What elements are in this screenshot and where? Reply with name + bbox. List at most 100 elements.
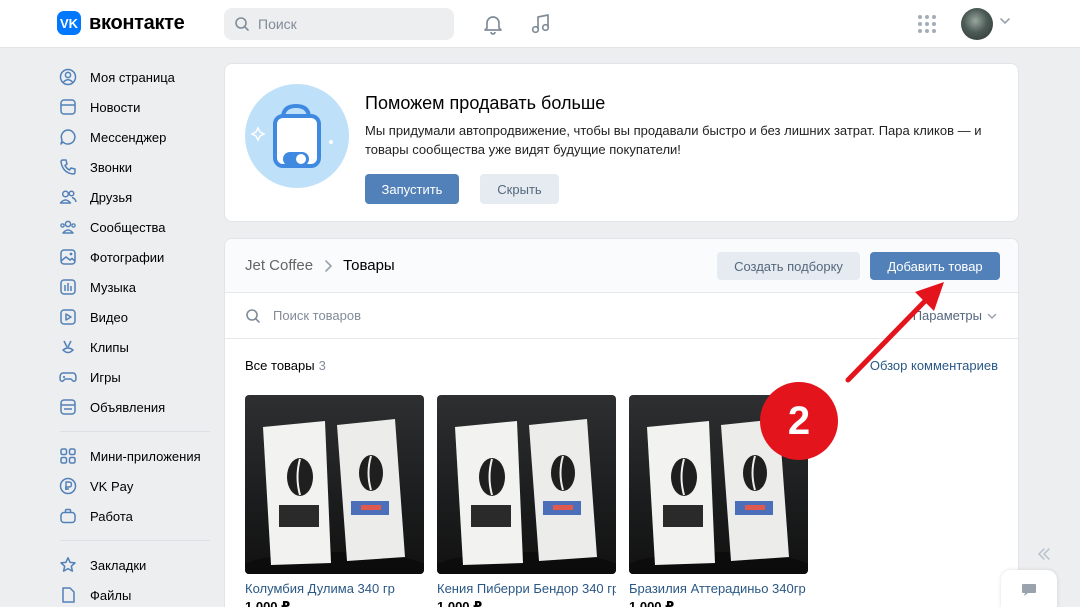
apps-grid-icon[interactable] (913, 10, 941, 38)
sidebar-group-services: Мини-приложения VK Pay Работа (58, 441, 218, 531)
params-label: Параметры (912, 308, 982, 323)
briefcase-icon (58, 506, 78, 526)
sidebar-item-news[interactable]: Новости (58, 92, 218, 122)
sidebar-item-label: Звонки (90, 159, 132, 175)
sidebar-item-my-page[interactable]: Моя страница (58, 62, 218, 92)
chat-bubble-icon (1022, 584, 1036, 596)
sidebar-item-vk-pay[interactable]: VK Pay (58, 471, 218, 501)
goods-card: Jet Coffee Товары Создать подборку Добав… (224, 238, 1019, 607)
communities-icon (58, 217, 78, 237)
sidebar-item-label: Новости (90, 99, 141, 115)
sidebar-item-messenger[interactable]: Мессенджер (58, 122, 218, 152)
chevron-down-icon (987, 313, 997, 319)
product-price: 1 000 ₽ (437, 599, 483, 607)
product-image[interactable] (437, 395, 616, 574)
params-dropdown[interactable]: Параметры (913, 308, 998, 323)
sidebar-item-label: Объявления (90, 399, 166, 415)
breadcrumb-current: Товары (343, 257, 395, 274)
step-number-badge: 2 (760, 382, 838, 460)
sidebar-item-games[interactable]: Игры (58, 362, 218, 392)
search-icon (235, 17, 249, 31)
sidebar-item-clips[interactable]: Клипы (58, 332, 218, 362)
sidebar-group-extra: Закладки Файлы (58, 550, 218, 607)
sidebar-item-label: Видео (90, 309, 128, 325)
music-icon (58, 277, 78, 297)
star-icon (58, 555, 78, 575)
sidebar-item-label: Закладки (90, 557, 147, 573)
sidebar-item-label: Музыка (90, 279, 136, 295)
sidebar-item-photos[interactable]: Фотографии (58, 242, 218, 272)
sidebar-item-label: Друзья (90, 189, 133, 205)
search-icon (246, 309, 260, 323)
goods-search-placeholder: Поиск товаров (273, 308, 362, 323)
all-goods-heading: Все товары 3 (245, 358, 326, 373)
video-icon (58, 307, 78, 327)
clips-icon (58, 337, 78, 357)
logo-text: вконтакте (89, 11, 185, 34)
ads-icon (58, 397, 78, 417)
sidebar-item-label: Файлы (90, 587, 132, 603)
sidebar-item-music[interactable]: Музыка (58, 272, 218, 302)
sidebar-item-calls[interactable]: Звонки (58, 152, 218, 182)
sidebar-item-files[interactable]: Файлы (58, 580, 218, 607)
vk-logo-icon: VK (57, 11, 81, 35)
breadcrumb: Jet Coffee Товары (245, 257, 395, 274)
all-goods-count: 3 (318, 358, 326, 373)
vkpay-icon (58, 476, 78, 496)
apps-icon (58, 446, 78, 466)
bell-icon[interactable] (479, 10, 507, 38)
sidebar-item-friends[interactable]: Друзья (58, 182, 218, 212)
sidebar-group-main: Моя страница Новости Мессенджер Звонки Д… (58, 62, 218, 422)
sidebar-divider (60, 540, 210, 541)
sidebar-item-jobs[interactable]: Работа (58, 501, 218, 531)
double-chevron-left-icon[interactable] (1036, 546, 1052, 562)
sidebar-item-label: Мини-приложения (90, 448, 201, 464)
goods-search-bar[interactable]: Поиск товаров Параметры (225, 293, 1018, 339)
product-card[interactable]: Колумбия Дулима 340 гр 1 000 ₽ (245, 395, 424, 607)
launch-button[interactable]: Запустить (365, 174, 459, 204)
music-note-icon[interactable] (527, 10, 555, 38)
product-name[interactable]: Бразилия Аттерадиньо 340гр (629, 581, 808, 596)
user-circle-icon (58, 67, 78, 87)
phone-icon (58, 157, 78, 177)
sidebar-item-communities[interactable]: Сообщества (58, 212, 218, 242)
sidebar-item-video[interactable]: Видео (58, 302, 218, 332)
message-icon (58, 127, 78, 147)
chevron-down-icon[interactable] (998, 14, 1012, 28)
top-header: VK вконтакте Поиск (0, 0, 1080, 48)
file-icon (58, 585, 78, 605)
sidebar-item-label: Сообщества (90, 219, 166, 235)
sidebar-item-ads[interactable]: Объявления (58, 392, 218, 422)
all-goods-label: Все товары (245, 358, 315, 373)
vk-logo[interactable]: VK вконтакте (57, 11, 185, 35)
sidebar-item-label: Фотографии (90, 249, 165, 265)
shopping-bag-illustration (245, 84, 349, 188)
sidebar-item-label: Игры (90, 369, 121, 385)
promo-card: Поможем продавать больше Мы придумали ав… (224, 63, 1019, 222)
sidebar-item-bookmarks[interactable]: Закладки (58, 550, 218, 580)
left-sidebar: Моя страница Новости Мессенджер Звонки Д… (58, 62, 218, 607)
product-price: 1 000 ₽ (629, 599, 675, 607)
hide-button[interactable]: Скрыть (480, 174, 559, 204)
product-image[interactable] (245, 395, 424, 574)
sidebar-item-mini-apps[interactable]: Мини-приложения (58, 441, 218, 471)
reviews-link[interactable]: Обзор комментариев (870, 358, 998, 373)
gamepad-icon (58, 367, 78, 387)
chat-button[interactable] (1001, 570, 1057, 607)
add-item-button[interactable]: Добавить товар (870, 252, 1000, 280)
search-input[interactable]: Поиск (224, 8, 454, 40)
sidebar-divider (60, 431, 210, 432)
breadcrumb-shop-link[interactable]: Jet Coffee (245, 257, 313, 274)
avatar[interactable] (961, 8, 993, 40)
promo-title: Поможем продавать больше (365, 93, 606, 113)
product-card[interactable]: Кения Пиберри Бендор 340 гр 1 000 ₽ (437, 395, 616, 607)
sidebar-item-label: Клипы (90, 339, 129, 355)
create-collection-button[interactable]: Создать подборку (717, 252, 860, 280)
news-icon (58, 97, 78, 117)
search-placeholder: Поиск (258, 16, 297, 32)
friends-icon (58, 187, 78, 207)
sidebar-item-label: Работа (90, 508, 133, 524)
product-name[interactable]: Кения Пиберри Бендор 340 гр (437, 581, 616, 596)
product-name[interactable]: Колумбия Дулима 340 гр (245, 581, 424, 596)
sidebar-item-label: Моя страница (90, 69, 175, 85)
